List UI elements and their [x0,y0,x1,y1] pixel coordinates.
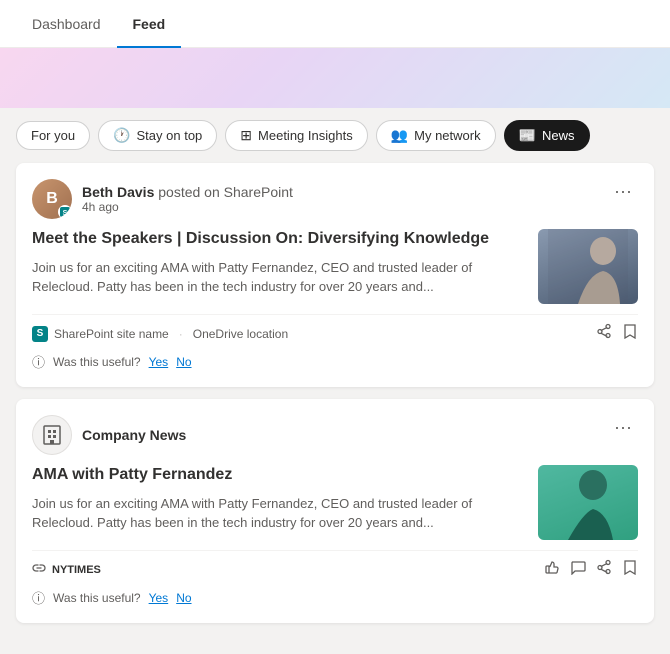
feed-card-2: Company News ··· AMA with Patty Fernande… [16,399,654,623]
tab-stay-on-top[interactable]: 🕐 Stay on top [98,120,217,151]
card-2-title: AMA with Patty Fernandez [32,465,526,486]
card-1-thumbnail [538,229,638,304]
card-1-image [538,229,638,304]
news-icon: 📰 [519,127,536,144]
card-1-more-button[interactable]: ··· [608,179,638,204]
card-2-description: Join us for an exciting AMA with Patty F… [32,494,526,533]
card-2-thumbnail [538,465,638,540]
card-1-source-name: SharePoint site name [54,327,169,341]
card-2-meta: Company News [82,427,186,443]
card-1-actions [596,323,638,344]
nav-dashboard-label: Dashboard [32,16,101,32]
nav-dashboard[interactable]: Dashboard [16,0,117,48]
card-1-title: Meet the Speakers | Discussion On: Diver… [32,229,526,250]
tab-meeting-insights[interactable]: ⊞ Meeting Insights [225,120,367,151]
building-icon [41,424,63,446]
card-2-feedback-label: Was this useful? [53,591,141,605]
card-1-source: S SharePoint site name · OneDrive locati… [32,323,638,344]
card-1-no-button[interactable]: No [176,355,191,369]
card-1-feedback-label: Was this useful? [53,355,141,369]
svg-text:S: S [63,210,68,217]
tab-meeting-insights-label: Meeting Insights [258,128,353,143]
tab-my-network[interactable]: 👥 My network [376,120,496,151]
card-2-author-section: Company News [32,415,186,455]
card-1-feedback: ⓘ Was this useful? Yes No [32,352,638,371]
card-1-text: Meet the Speakers | Discussion On: Diver… [32,229,526,304]
person-silhouette-1 [548,229,628,304]
nav-feed-label: Feed [133,16,166,32]
help-icon: ⓘ [32,352,45,371]
card-2-header: Company News ··· [32,415,638,455]
card-1-source-left: S SharePoint site name · OneDrive locati… [32,326,288,342]
bookmark-icon-2[interactable] [622,559,638,580]
tab-news[interactable]: 📰 News [504,120,590,151]
clock-icon: 🕐 [113,127,130,144]
card-2-source-name: NYTIMES [52,564,101,576]
card-2-body: AMA with Patty Fernandez Join us for an … [32,465,638,540]
nav-feed[interactable]: Feed [117,0,182,48]
card-1-author-name: Beth Davis posted on SharePoint [82,184,293,200]
card-2-more-button[interactable]: ··· [608,415,638,440]
card-1-time: 4h ago [82,200,293,214]
card-1-source-secondary: OneDrive location [193,327,288,341]
link-icon [32,561,46,578]
top-navigation: Dashboard Feed [0,0,670,48]
filter-tabs-container: For you 🕐 Stay on top ⊞ Meeting Insights… [0,108,670,163]
feed-content: B S Beth Davis posted on SharePoint 4h a… [0,163,670,623]
source-separator: · [179,327,183,341]
bookmark-icon[interactable] [622,323,638,344]
share-icon[interactable] [596,323,612,344]
card-2-yes-button[interactable]: Yes [149,591,169,605]
card-1-author-section: B S Beth Davis posted on SharePoint 4h a… [32,179,293,219]
card-1-meta: Beth Davis posted on SharePoint 4h ago [82,184,293,214]
tab-my-network-label: My network [414,128,480,143]
card-2-author-name: Company News [82,427,186,443]
card-1-description: Join us for an exciting AMA with Patty F… [32,258,526,297]
card-1-header: B S Beth Davis posted on SharePoint 4h a… [32,179,638,219]
person-silhouette-2 [548,465,628,540]
comment-icon[interactable] [570,559,586,580]
like-icon[interactable] [544,559,560,580]
company-avatar [32,415,72,455]
card-2-no-button[interactable]: No [176,591,191,605]
share-icon-2[interactable] [596,559,612,580]
card-1-posted-text: posted on SharePoint [158,184,293,200]
meeting-icon: ⊞ [240,127,252,144]
sharepoint-source-icon: S [32,326,48,342]
card-1-yes-button[interactable]: Yes [149,355,169,369]
tab-news-label: News [542,128,575,143]
tab-for-you[interactable]: For you [16,121,90,150]
card-2-feedback: ⓘ Was this useful? Yes No [32,588,638,607]
card-2-source-left: NYTIMES [32,561,101,578]
sharepoint-badge: S [58,205,72,219]
card-2-image [538,465,638,540]
tab-for-you-label: For you [31,128,75,143]
avatar: B S [32,179,72,219]
card-1-footer: S SharePoint site name · OneDrive locati… [32,314,638,371]
card-2-footer: NYTIMES ⓘ [32,550,638,607]
feed-card-1: B S Beth Davis posted on SharePoint 4h a… [16,163,654,387]
card-2-actions [544,559,638,580]
network-icon: 👥 [391,127,408,144]
card-1-body: Meet the Speakers | Discussion On: Diver… [32,229,638,304]
banner [0,48,670,108]
tab-stay-on-top-label: Stay on top [137,128,203,143]
card-2-text: AMA with Patty Fernandez Join us for an … [32,465,526,540]
card-2-source: NYTIMES [32,559,638,580]
help-icon-2: ⓘ [32,588,45,607]
